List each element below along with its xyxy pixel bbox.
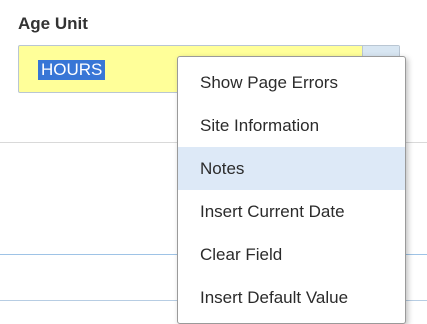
context-menu: Show Page Errors Site Information Notes … bbox=[177, 56, 406, 324]
menu-item-site-information[interactable]: Site Information bbox=[178, 104, 405, 147]
menu-item-show-page-errors[interactable]: Show Page Errors bbox=[178, 61, 405, 104]
menu-item-insert-current-date[interactable]: Insert Current Date bbox=[178, 190, 405, 233]
menu-item-clear-field[interactable]: Clear Field bbox=[178, 233, 405, 276]
menu-item-insert-default-value[interactable]: Insert Default Value bbox=[178, 276, 405, 319]
menu-item-notes[interactable]: Notes bbox=[178, 147, 405, 190]
age-unit-value[interactable]: HOURS bbox=[38, 60, 106, 80]
age-unit-label: Age Unit bbox=[18, 14, 88, 33]
